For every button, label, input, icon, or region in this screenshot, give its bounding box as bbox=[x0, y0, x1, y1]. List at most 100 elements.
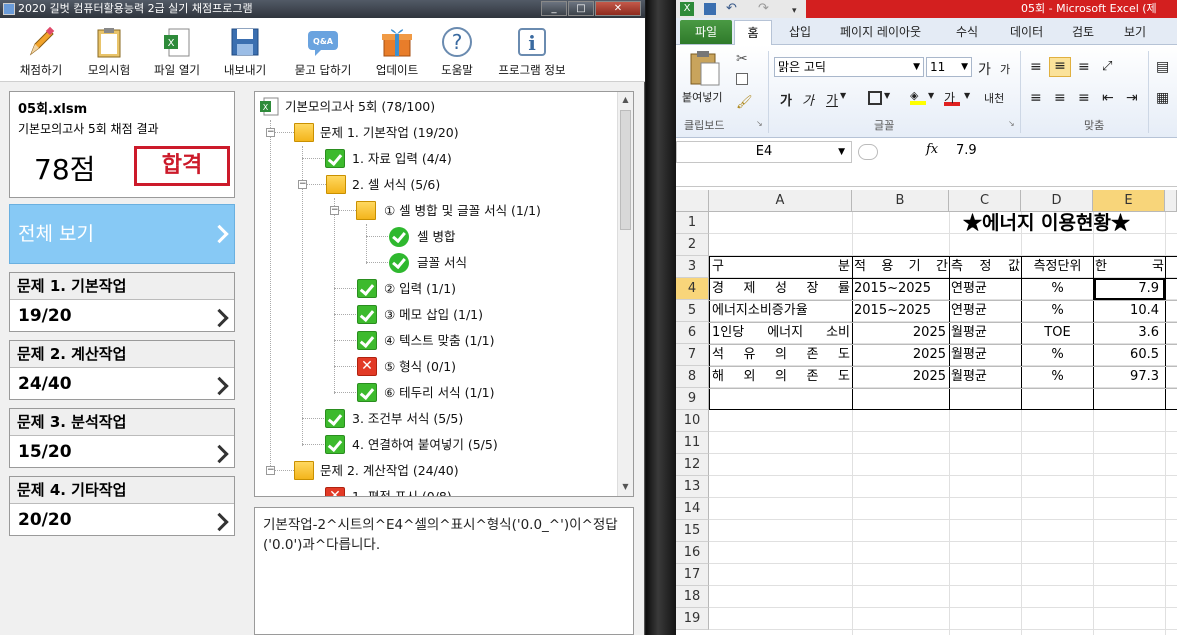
paste-label[interactable]: 붙여넣기 bbox=[682, 89, 722, 105]
column-header[interactable]: A bbox=[709, 190, 852, 212]
row-header[interactable]: 12 bbox=[676, 454, 709, 476]
align-middle-icon[interactable]: ≡ bbox=[1049, 57, 1071, 77]
row-header[interactable]: 1 bbox=[676, 212, 709, 234]
formula-expander-icon[interactable] bbox=[858, 144, 878, 160]
table-cell[interactable]: 3.6 bbox=[1095, 322, 1164, 344]
tree-node[interactable]: 글꼴 서식 bbox=[389, 250, 615, 276]
tree-node[interactable]: 4. 연결하여 붙여넣기 (5/5) bbox=[325, 432, 615, 458]
scroll-down-icon[interactable]: ▼ bbox=[621, 482, 630, 491]
phonetic-button[interactable]: 내천 bbox=[984, 90, 1004, 106]
worksheet[interactable]: A B C D E 1 2 3 4 5 6 7 8 9 10 11 12 13 … bbox=[676, 190, 1177, 635]
sheet-title-cell[interactable]: ★에너지 이용현황★ bbox=[856, 212, 1177, 234]
align-right-icon[interactable]: ≡ bbox=[1078, 90, 1090, 106]
table-cell[interactable]: 2025 bbox=[854, 344, 948, 366]
scroll-up-icon[interactable]: ▲ bbox=[621, 95, 630, 104]
row-header[interactable]: 5 bbox=[676, 300, 709, 322]
minimize-button[interactable]: _ bbox=[541, 1, 567, 16]
help-button[interactable]: ? 도움말 bbox=[434, 26, 480, 80]
column-header[interactable]: B bbox=[852, 190, 949, 212]
grade-button[interactable]: 채점하기 bbox=[12, 26, 70, 80]
border-icon[interactable] bbox=[868, 91, 882, 105]
tab-formulas[interactable]: 수식 bbox=[956, 22, 978, 42]
row-header[interactable]: 2 bbox=[676, 234, 709, 256]
tab-data[interactable]: 데이터 bbox=[1010, 22, 1043, 42]
tab-view[interactable]: 보기 bbox=[1124, 22, 1146, 42]
column-header[interactable] bbox=[1165, 190, 1177, 212]
tab-insert[interactable]: 삽입 bbox=[789, 22, 811, 42]
cut-icon[interactable]: ✂ bbox=[736, 51, 748, 67]
decrease-indent-icon[interactable]: ⇤ bbox=[1102, 90, 1114, 106]
table-cell[interactable]: 2025 bbox=[854, 366, 948, 388]
row-header[interactable]: 9 bbox=[676, 388, 709, 410]
collapse-toggle[interactable]: − bbox=[298, 180, 307, 189]
table-cell[interactable]: 2015~2025 bbox=[854, 300, 948, 322]
row-header[interactable]: 14 bbox=[676, 498, 709, 520]
increase-indent-icon[interactable]: ⇥ bbox=[1126, 90, 1138, 106]
tree-node[interactable]: ✕ 1. 평점 표시 (0/8) bbox=[325, 484, 615, 496]
row-header[interactable]: 6 bbox=[676, 322, 709, 344]
grow-font-button[interactable]: 가 bbox=[978, 59, 991, 79]
tree-node[interactable]: 셀 병합 bbox=[389, 224, 615, 250]
italic-button[interactable]: 가 bbox=[802, 90, 814, 109]
clipboard-launcher-icon[interactable]: ↘ bbox=[756, 119, 763, 128]
tree-node[interactable]: ⑥ 테두리 서식 (1/1) bbox=[357, 380, 615, 406]
shrink-font-button[interactable]: 가 bbox=[1000, 61, 1010, 77]
tree-node[interactable]: ④ 텍스트 맞춤 (1/1) bbox=[357, 328, 615, 354]
tab-file[interactable]: 파일 bbox=[680, 20, 732, 44]
table-cell[interactable]: 10.4 bbox=[1095, 300, 1164, 322]
table-cell[interactable]: 2015~2025 bbox=[854, 278, 948, 300]
table-cell[interactable]: 해 외 의 존 도 bbox=[712, 366, 850, 388]
paste-button[interactable] bbox=[688, 49, 722, 87]
table-cell[interactable]: % bbox=[1023, 344, 1092, 366]
row-header[interactable]: 15 bbox=[676, 520, 709, 542]
table-cell[interactable]: 경 제 성 장 률 bbox=[712, 278, 850, 300]
align-top-icon[interactable]: ≡ bbox=[1030, 59, 1042, 75]
row-header[interactable]: 19 bbox=[676, 608, 709, 630]
program-info-button[interactable]: i 프로그램 정보 bbox=[492, 26, 572, 80]
scroll-thumb[interactable] bbox=[620, 110, 631, 230]
table-cell[interactable]: 에너지소비증가율 bbox=[712, 300, 850, 322]
font-color-dropdown-icon[interactable]: ▼ bbox=[964, 91, 970, 100]
row-header[interactable]: 17 bbox=[676, 564, 709, 586]
qa-button[interactable]: Q&A 묻고 답하기 bbox=[288, 26, 358, 80]
column-header[interactable]: C bbox=[949, 190, 1021, 212]
select-all-corner[interactable] bbox=[676, 190, 709, 212]
collapse-toggle[interactable]: − bbox=[266, 466, 275, 475]
fill-color-icon[interactable]: ◈ bbox=[910, 89, 926, 105]
open-file-button[interactable]: X 파일 열기 bbox=[148, 26, 206, 80]
table-cell[interactable]: 1인당 에너지 소비 bbox=[712, 322, 850, 344]
table-cell[interactable]: % bbox=[1023, 300, 1092, 322]
row-header[interactable]: 11 bbox=[676, 432, 709, 454]
table-cell[interactable]: 월평균 bbox=[951, 344, 1020, 366]
tree-node[interactable]: X 기본모의고사 5회 (78/100) bbox=[259, 94, 615, 120]
merge-cells-icon[interactable]: ▦ bbox=[1156, 90, 1169, 106]
row-header[interactable]: 13 bbox=[676, 476, 709, 498]
table-cell[interactable]: 97.3 bbox=[1095, 366, 1164, 388]
tree-node[interactable]: − 문제 1. 기본작업 (19/20) bbox=[265, 120, 615, 146]
tree-scrollbar[interactable]: ▲ ▼ bbox=[617, 92, 633, 496]
save-icon[interactable] bbox=[704, 3, 716, 15]
view-all-button[interactable]: 전체 보기 bbox=[9, 204, 235, 264]
tree-node[interactable]: − ① 셀 병합 및 글꼴 서식 (1/1) bbox=[329, 198, 615, 224]
tree-node[interactable]: ✕ ⑤ 형식 (0/1) bbox=[357, 354, 615, 380]
tree-node[interactable]: 1. 자료 입력 (4/4) bbox=[325, 146, 615, 172]
table-cell[interactable]: % bbox=[1023, 278, 1092, 300]
formula-value[interactable]: 7.9 bbox=[956, 143, 977, 158]
table-cell[interactable]: 월평균 bbox=[951, 366, 1020, 388]
bold-button[interactable]: 가 bbox=[780, 90, 792, 109]
tree-node[interactable]: ③ 메모 삽입 (1/1) bbox=[357, 302, 615, 328]
fill-dropdown-icon[interactable]: ▼ bbox=[928, 91, 934, 100]
row-header[interactable]: 3 bbox=[676, 256, 709, 278]
table-cell[interactable]: % bbox=[1023, 366, 1092, 388]
underline-button[interactable]: 가 bbox=[826, 90, 838, 109]
table-cell[interactable]: 60.5 bbox=[1095, 344, 1164, 366]
font-color-icon[interactable]: 가 bbox=[944, 89, 960, 106]
collapse-toggle[interactable]: − bbox=[330, 206, 339, 215]
table-cell[interactable]: TOE bbox=[1023, 322, 1092, 344]
row-header[interactable]: 8 bbox=[676, 366, 709, 388]
name-box[interactable]: E4 ▼ bbox=[676, 141, 852, 163]
font-launcher-icon[interactable]: ↘ bbox=[1008, 119, 1015, 128]
font-size-select[interactable]: 11 ▼ bbox=[926, 57, 972, 77]
column-header[interactable]: D bbox=[1021, 190, 1093, 212]
maximize-button[interactable]: □ bbox=[568, 1, 594, 16]
